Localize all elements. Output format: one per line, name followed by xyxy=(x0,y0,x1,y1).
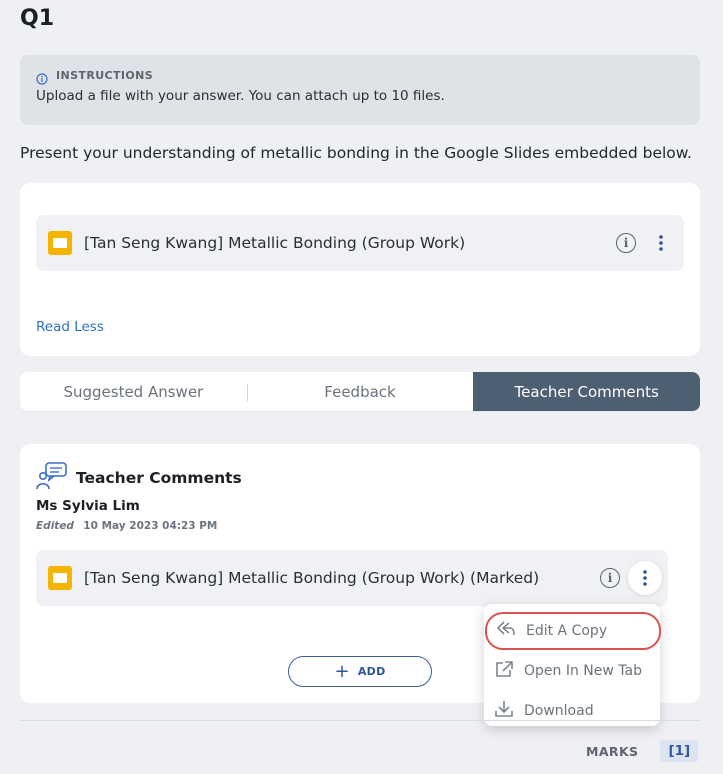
marks-label: MARKS xyxy=(586,743,639,759)
attachment-context-menu: Edit A Copy Open In New Tab Download xyxy=(484,604,661,726)
edited-meta: Edited 10 May 2023 04:23 PM xyxy=(36,520,217,532)
menu-label: Open In New Tab xyxy=(524,663,642,679)
question-title: Q1 xyxy=(20,6,55,31)
answer-card: [Tan Seng Kwang] Metallic Bonding (Group… xyxy=(20,183,700,356)
more-options-icon[interactable] xyxy=(628,561,662,595)
edited-date: 10 May 2023 04:23 PM xyxy=(83,520,218,532)
teacher-name: Ms Sylvia Lim xyxy=(36,498,140,514)
attachment-row[interactable]: [Tan Seng Kwang] Metallic Bonding (Group… xyxy=(36,215,684,271)
external-link-icon xyxy=(494,660,514,682)
download-icon xyxy=(494,700,514,722)
marks-display: MARKS [1] xyxy=(586,740,699,762)
info-icon[interactable]: i xyxy=(616,233,636,253)
tab-feedback[interactable]: Feedback xyxy=(246,372,474,411)
google-slides-icon xyxy=(48,231,72,255)
menu-item-open-in-new-tab[interactable]: Open In New Tab xyxy=(484,652,660,690)
info-icon xyxy=(36,70,48,85)
menu-item-download[interactable]: Download xyxy=(484,692,660,730)
tab-teacher-comments[interactable]: Teacher Comments xyxy=(473,372,700,411)
add-button[interactable]: + ADD xyxy=(288,656,432,687)
marked-attachment-row[interactable]: [Tan Seng Kwang] Metallic Bonding (Group… xyxy=(36,550,668,606)
instructions-label: INSTRUCTIONS xyxy=(56,69,154,82)
plus-icon: + xyxy=(334,660,350,682)
marks-value: [1] xyxy=(660,740,699,762)
teacher-comments-header: Teacher Comments xyxy=(36,462,242,494)
comments-icon xyxy=(36,462,68,494)
attachment-name[interactable]: [Tan Seng Kwang] Metallic Bonding (Group… xyxy=(84,234,616,252)
footer-divider xyxy=(20,720,700,721)
menu-item-edit-a-copy[interactable]: Edit A Copy xyxy=(485,612,661,650)
instructions-header: INSTRUCTIONS xyxy=(36,69,684,85)
tab-suggested-answer[interactable]: Suggested Answer xyxy=(20,372,247,411)
menu-label: Edit A Copy xyxy=(526,623,608,639)
info-icon[interactable]: i xyxy=(600,568,620,588)
menu-label: Download xyxy=(524,703,594,719)
read-less-link[interactable]: Read Less xyxy=(36,319,104,335)
google-slides-icon xyxy=(48,566,72,590)
reply-icon xyxy=(496,620,516,642)
edited-label: Edited xyxy=(36,520,74,532)
add-label: ADD xyxy=(357,665,386,678)
question-prompt: Present your understanding of metallic b… xyxy=(20,144,692,162)
marked-attachment-name[interactable]: [Tan Seng Kwang] Metallic Bonding (Group… xyxy=(84,569,600,587)
instructions-text: Upload a file with your answer. You can … xyxy=(36,88,445,104)
more-options-icon[interactable] xyxy=(644,226,678,260)
teacher-comments-title: Teacher Comments xyxy=(76,469,242,487)
answer-tabs: Suggested Answer Feedback Teacher Commen… xyxy=(20,372,700,412)
instructions-panel: INSTRUCTIONS Upload a file with your ans… xyxy=(20,55,700,125)
